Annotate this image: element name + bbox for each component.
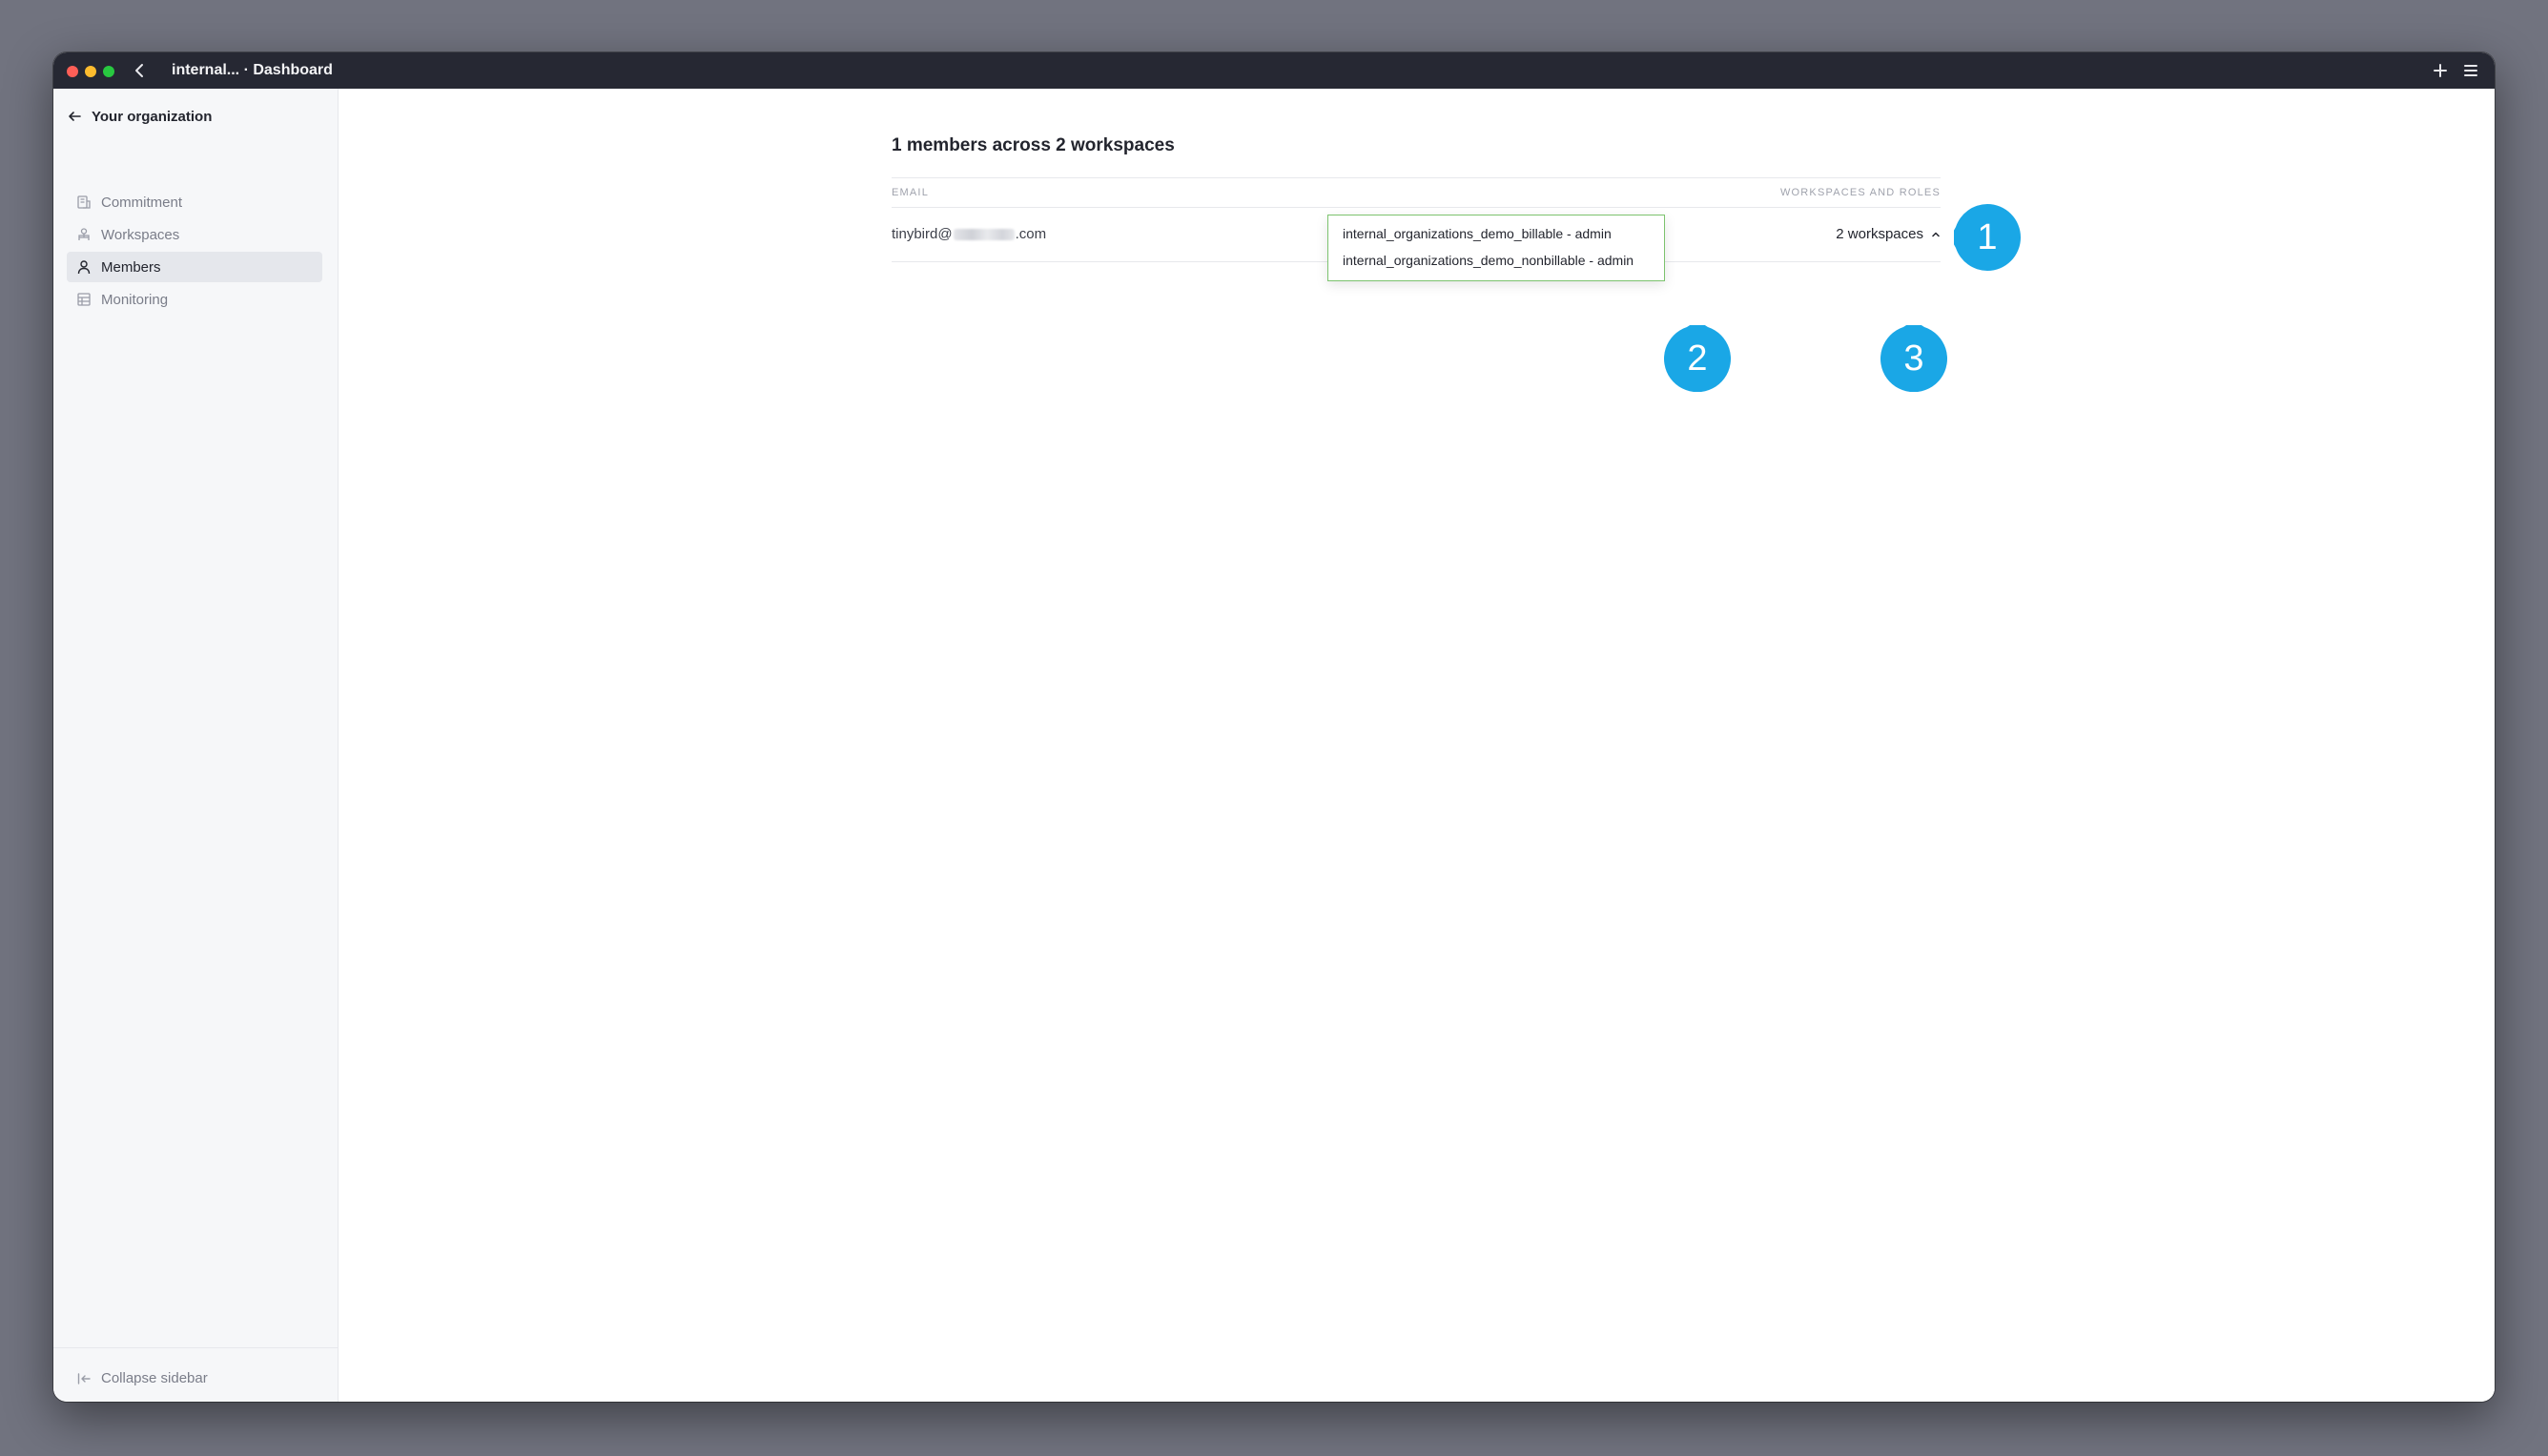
menu-icon[interactable] [2462,62,2479,79]
email-suffix: .com [1015,226,1047,242]
collapse-sidebar-button[interactable]: Collapse sidebar [76,1370,208,1386]
workspaces-count-label: 2 workspaces [1836,226,1923,242]
maximize-window-button[interactable] [103,66,114,77]
commitment-icon [76,195,92,210]
sidebar-item-monitoring[interactable]: Monitoring [67,284,322,315]
sidebar-item-label: Members [101,258,161,276]
annotation-marker-3: 3 [1880,320,1947,393]
chevron-up-icon [1931,230,1941,239]
sidebar-item-label: Workspaces [101,226,180,243]
page-title: 1 members across 2 workspaces [892,135,1175,155]
sidebar: Your organization Commitment Workspaces … [53,89,339,1402]
arrow-left-icon [67,109,82,124]
plus-icon[interactable] [2432,62,2449,79]
column-header-workspaces-roles: WORKSPACES AND ROLES [1779,187,1941,198]
title-bar: internal... · Dashboard [53,52,2495,89]
workspaces-roles-dropdown: internal_organizations_demo_billable - a… [1327,215,1665,281]
annotation-number: 1 [1977,216,1998,257]
sidebar-item-workspaces[interactable]: Workspaces [67,219,322,250]
sidebar-item-members[interactable]: Members [67,252,322,282]
workspaces-icon [76,227,92,242]
table-header: EMAIL WORKSPACES AND ROLES [892,177,1941,208]
sidebar-item-label: Monitoring [101,291,169,308]
collapse-sidebar-icon [76,1371,92,1386]
monitoring-icon [76,292,92,307]
email-prefix: tinybird@ [892,226,953,242]
window-title: internal... · Dashboard [172,62,333,78]
collapse-sidebar-label: Collapse sidebar [101,1370,208,1386]
annotation-marker-2: 2 [1664,320,1731,393]
minimize-window-button[interactable] [85,66,96,77]
redacted-email-part [953,228,1015,240]
annotation-number: 2 [1687,338,1708,379]
member-email: tinybird@ .com [892,226,1046,242]
close-window-button[interactable] [67,66,78,77]
workspaces-dropdown-toggle[interactable]: 2 workspaces [1836,226,1941,242]
column-header-email: EMAIL [892,187,930,198]
sidebar-item-label: Commitment [101,194,183,211]
app-window: internal... · Dashboard Your organizatio… [53,52,2495,1402]
main-content: 1 members across 2 workspaces EMAIL WORK… [339,89,2495,1402]
sidebar-item-commitment[interactable]: Commitment [67,187,322,217]
annotation-marker-1: 1 [1950,204,2021,271]
sidebar-header-label: Your organization [92,108,213,125]
sidebar-back-to-organization[interactable]: Your organization [67,106,212,127]
workspace-role-item[interactable]: internal_organizations_demo_billable - a… [1343,226,1612,241]
user-icon [76,259,92,275]
annotation-number: 3 [1903,338,1924,379]
back-icon[interactable] [132,62,149,79]
sidebar-divider [53,1347,338,1348]
workspace-role-item[interactable]: internal_organizations_demo_nonbillable … [1343,253,1634,268]
